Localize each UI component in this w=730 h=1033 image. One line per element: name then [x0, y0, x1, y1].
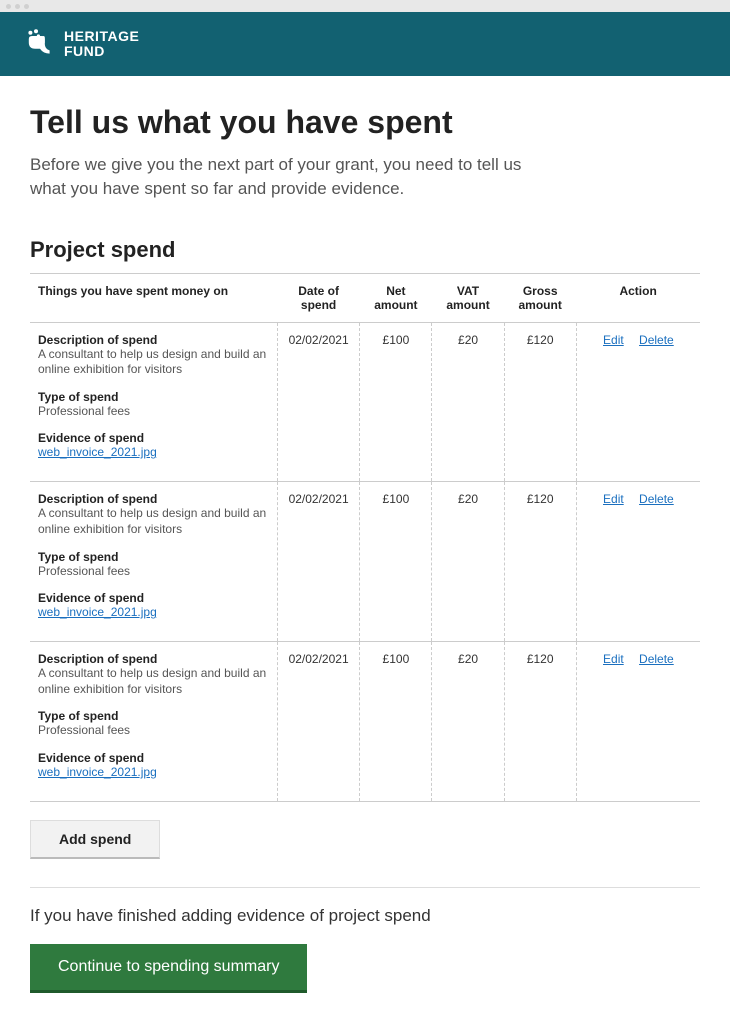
col-date: Date of spend: [277, 273, 359, 322]
desc-text: A consultant to help us design and build…: [38, 666, 269, 697]
cell-gross: £120: [504, 642, 576, 802]
page-intro: Before we give you the next part of your…: [30, 153, 550, 201]
brand-line2: FUND: [64, 44, 139, 59]
cell-gross: £120: [504, 482, 576, 642]
brand-logo: HERITAGE FUND: [24, 28, 706, 60]
col-action: Action: [576, 273, 700, 322]
cell-date: 02/02/2021: [277, 482, 359, 642]
col-vat: VAT amount: [432, 273, 504, 322]
evidence-file-link[interactable]: web_invoice_2021.jpg: [38, 605, 157, 619]
delete-link[interactable]: Delete: [639, 333, 674, 347]
evidence-label: Evidence of spend: [38, 751, 269, 765]
page-title: Tell us what you have spent: [30, 104, 700, 141]
edit-link[interactable]: Edit: [603, 652, 624, 666]
desc-label: Description of spend: [38, 492, 269, 506]
brand-line1: HERITAGE: [64, 29, 139, 44]
col-things: Things you have spent money on: [30, 273, 277, 322]
browser-chrome: [0, 0, 730, 12]
evidence-label: Evidence of spend: [38, 431, 269, 445]
type-text: Professional fees: [38, 404, 269, 420]
lottery-hand-icon: [24, 28, 56, 60]
table-row: Description of spend A consultant to hel…: [30, 482, 700, 642]
cell-net: £100: [360, 482, 432, 642]
desc-label: Description of spend: [38, 652, 269, 666]
edit-link[interactable]: Edit: [603, 492, 624, 506]
header: HERITAGE FUND: [0, 12, 730, 76]
desc-text: A consultant to help us design and build…: [38, 506, 269, 537]
finish-text: If you have finished adding evidence of …: [30, 906, 700, 926]
cell-date: 02/02/2021: [277, 642, 359, 802]
type-text: Professional fees: [38, 564, 269, 580]
type-text: Professional fees: [38, 723, 269, 739]
col-net: Net amount: [360, 273, 432, 322]
cell-net: £100: [360, 642, 432, 802]
section-heading: Project spend: [30, 237, 700, 263]
cell-vat: £20: [432, 322, 504, 482]
desc-label: Description of spend: [38, 333, 269, 347]
delete-link[interactable]: Delete: [639, 652, 674, 666]
desc-text: A consultant to help us design and build…: [38, 347, 269, 378]
cell-vat: £20: [432, 642, 504, 802]
cell-gross: £120: [504, 322, 576, 482]
col-gross: Gross amount: [504, 273, 576, 322]
evidence-label: Evidence of spend: [38, 591, 269, 605]
cell-vat: £20: [432, 482, 504, 642]
evidence-file-link[interactable]: web_invoice_2021.jpg: [38, 765, 157, 779]
type-label: Type of spend: [38, 550, 269, 564]
divider: [30, 887, 700, 888]
type-label: Type of spend: [38, 709, 269, 723]
main-content: Tell us what you have spent Before we gi…: [0, 76, 730, 1033]
type-label: Type of spend: [38, 390, 269, 404]
table-row: Description of spend A consultant to hel…: [30, 322, 700, 482]
add-spend-button[interactable]: Add spend: [30, 820, 160, 859]
delete-link[interactable]: Delete: [639, 492, 674, 506]
spend-table: Things you have spent money on Date of s…: [30, 273, 700, 802]
evidence-file-link[interactable]: web_invoice_2021.jpg: [38, 445, 157, 459]
cell-date: 02/02/2021: [277, 322, 359, 482]
edit-link[interactable]: Edit: [603, 333, 624, 347]
table-row: Description of spend A consultant to hel…: [30, 642, 700, 802]
continue-button[interactable]: Continue to spending summary: [30, 944, 307, 993]
cell-net: £100: [360, 322, 432, 482]
